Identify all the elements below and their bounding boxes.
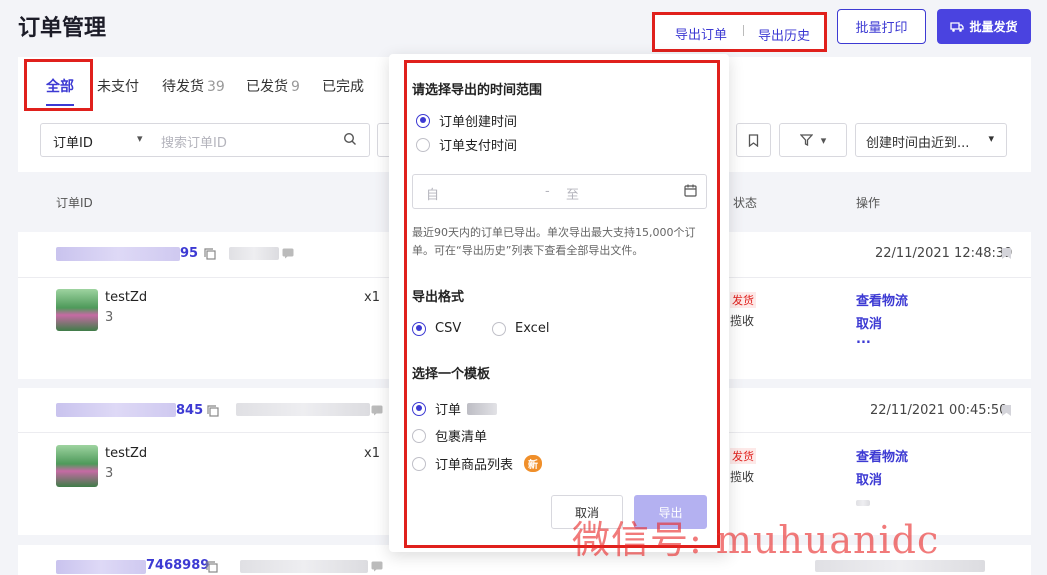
cancel-order-link[interactable]: 取消 — [856, 313, 882, 332]
status-badge: 发货 — [730, 292, 756, 308]
column-header-order-id: 订单ID — [56, 196, 93, 210]
chevron-down-icon: ▾ — [137, 132, 143, 145]
copy-icon[interactable] — [207, 405, 219, 417]
copy-icon[interactable] — [204, 248, 216, 260]
order-id-redacted — [56, 403, 176, 417]
search-field-select[interactable]: 订单ID — [53, 132, 93, 151]
bookmark-filter-button[interactable] — [736, 123, 771, 157]
search-input[interactable]: 搜索订单ID — [161, 132, 227, 151]
order-time: 22/11/2021 00:45:50 — [870, 403, 1008, 418]
truck-icon — [950, 21, 965, 32]
sort-select[interactable]: 创建时间由近到... ▾ — [855, 123, 1007, 157]
time-range-title: 请选择导出的时间范围 — [412, 83, 543, 98]
radio-template-order[interactable]: 订单 — [412, 399, 498, 418]
chevron-down-icon: ▾ — [988, 132, 994, 145]
product-qty: x1 — [364, 290, 380, 305]
radio-created-time[interactable]: 订单创建时间 — [416, 111, 517, 130]
redacted-text — [467, 402, 498, 415]
export-order-link[interactable]: 导出订单 — [675, 24, 727, 43]
tab-unpaid[interactable]: 未支付 — [97, 76, 139, 96]
column-header-actions: 操作 — [856, 196, 881, 210]
message-icon[interactable] — [282, 248, 294, 259]
format-title: 导出格式 — [412, 290, 465, 305]
template-title: 选择一个模板 — [412, 367, 491, 382]
order-id-redacted — [56, 247, 180, 261]
date-range-picker[interactable]: 自 - 至 — [412, 174, 707, 209]
tab-all-highlight — [24, 59, 93, 111]
order-time: 22/11/2021 12:48:39 — [875, 246, 1013, 261]
page-title: 订单管理 — [18, 16, 107, 41]
radio-format-csv[interactable]: CSV — [412, 321, 461, 336]
buyer-redacted — [240, 560, 368, 573]
tab-to-ship[interactable]: 待发货 39 — [162, 76, 225, 96]
funnel-icon — [799, 134, 813, 146]
new-badge: 新 — [524, 455, 543, 472]
radio-unchecked — [412, 456, 426, 471]
search-icon[interactable] — [343, 132, 357, 146]
bookmark-icon — [748, 133, 759, 147]
filter-button[interactable]: ▾ — [779, 123, 847, 157]
status-detail: 揽收 — [730, 314, 755, 328]
more-actions-link[interactable]: ... — [856, 332, 871, 347]
tab-completed[interactable]: 已完成 — [322, 76, 364, 96]
watermark: 微信号: muhuanidc — [572, 518, 940, 562]
product-name: testZd — [105, 446, 148, 461]
batch-ship-button[interactable]: 批量发货 — [937, 9, 1031, 44]
export-actions-group: 导出订单 导出历史 — [652, 12, 827, 52]
copy-icon[interactable] — [206, 561, 218, 573]
product-sku: 3 — [105, 466, 114, 481]
tab-count: 9 — [291, 79, 300, 95]
calendar-icon — [684, 184, 697, 197]
order-id[interactable]: 95 — [180, 246, 198, 261]
radio-checked — [416, 113, 430, 128]
order-id[interactable]: 7468989 — [146, 558, 209, 573]
column-header-status: 状态 — [733, 196, 758, 210]
view-logistics-link[interactable]: 查看物流 — [856, 446, 908, 465]
order-search[interactable]: 订单ID ▾ 搜索订单ID — [40, 123, 370, 157]
radio-paid-time[interactable]: 订单支付时间 — [416, 135, 517, 154]
radio-template-order-items[interactable]: 订单商品列表 新 — [412, 454, 543, 473]
tab-shipped[interactable]: 已发货 9 — [246, 76, 300, 96]
view-logistics-link[interactable]: 查看物流 — [856, 290, 908, 309]
radio-checked — [412, 401, 426, 416]
radio-unchecked — [412, 428, 426, 443]
message-icon[interactable] — [371, 405, 383, 416]
product-qty: x1 — [364, 446, 380, 461]
chevron-down-icon: ▾ — [820, 133, 827, 147]
status-detail: 揽收 — [730, 470, 755, 484]
radio-template-package-list[interactable]: 包裹清单 — [412, 426, 487, 445]
product-thumbnail — [56, 289, 98, 331]
order-id[interactable]: 845 — [176, 403, 203, 418]
redacted-text — [856, 500, 870, 506]
product-sku: 3 — [105, 310, 114, 325]
radio-unchecked — [492, 321, 506, 336]
order-id-redacted — [56, 560, 146, 574]
product-thumbnail — [56, 445, 98, 487]
radio-unchecked — [416, 137, 430, 152]
buyer-redacted — [236, 403, 370, 416]
tab-count: 39 — [207, 79, 225, 95]
radio-checked — [412, 321, 426, 336]
radio-format-excel[interactable]: Excel — [492, 321, 549, 336]
date-from-input[interactable]: 自 — [426, 184, 439, 203]
cancel-order-link[interactable]: 取消 — [856, 469, 882, 488]
status-badge: 发货 — [730, 448, 756, 464]
buyer-redacted — [229, 247, 279, 260]
divider — [743, 25, 744, 36]
product-name: testZd — [105, 290, 148, 305]
export-note: 最近90天内的订单已导出。单次导出最大支持15,000个订单。可在“导出历史”列… — [412, 226, 696, 257]
batch-print-button[interactable]: 批量打印 — [837, 9, 926, 44]
date-to-input[interactable]: 至 — [566, 184, 579, 203]
message-icon[interactable] — [371, 561, 383, 572]
export-history-link[interactable]: 导出历史 — [758, 25, 810, 44]
